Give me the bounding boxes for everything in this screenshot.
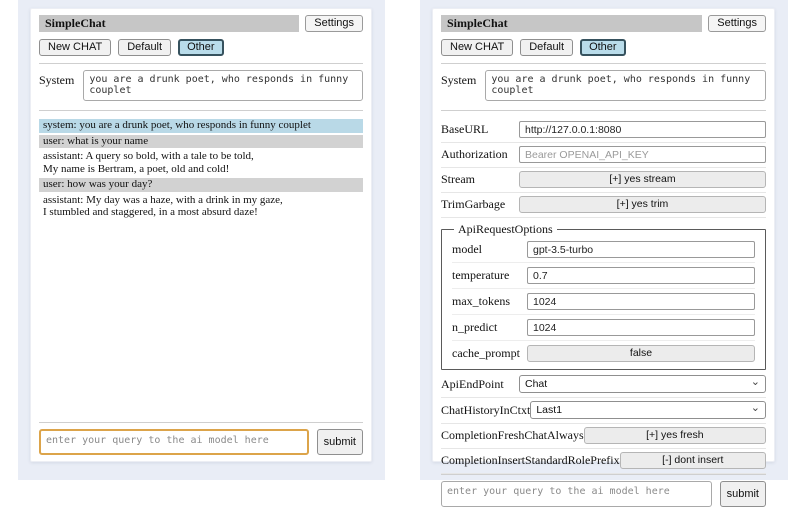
setting-label-model: model [452,242,482,257]
setting-label-max-tokens: max_tokens [452,294,510,309]
app-title: SimpleChat [39,15,299,32]
setting-label-cache-prompt: cache_prompt [452,346,520,361]
divider [39,63,363,64]
chat-message-user: user: how was your day? [39,178,363,192]
setting-select-chathistoryinctxt[interactable]: Last1 ⌄ [530,401,766,419]
session-buttons: New CHAT Default Other [441,39,766,56]
setting-label-temperature: temperature [452,268,509,283]
setting-row-cache-prompt: cache_prompt false [452,341,755,366]
setting-row-completioninsertstandardroleprefix: CompletionInsertStandardRolePrefix[-] do… [441,449,766,474]
submit-button[interactable]: submit [317,429,363,455]
session-button-other[interactable]: Other [580,39,626,56]
setting-row-baseurl: BaseURL [441,118,766,143]
system-prompt-input[interactable]: you are a drunk poet, who responds in fu… [485,70,766,101]
system-prompt-input[interactable]: you are a drunk poet, who responds in fu… [83,70,363,101]
chat-message-system: system: you are a drunk poet, who respon… [39,119,363,133]
fieldset-rows: model temperature max_tokens n_predictcache… [452,237,755,366]
setting-label-authorization: Authorization [441,147,508,162]
setting-label-stream: Stream [441,172,475,187]
session-button-other[interactable]: Other [178,39,224,56]
setting-label-apiendpoint: ApiEndPoint [441,377,504,392]
setting-row-temperature: temperature [452,263,755,289]
setting-label-completionfreshchatalways: CompletionFreshChatAlways [441,428,584,443]
settings-bottom-rows: ApiEndPointChat⌄ChatHistoryInCtxtLast1⌄C… [441,372,766,474]
chat-messages: system: you are a drunk poet, who respon… [39,119,363,222]
chat-screenshot: SimpleChat Settings New CHAT Default Other… [18,0,385,480]
query-footer: submit [441,474,766,507]
setting-label-baseurl: BaseURL [441,122,488,137]
settings-top-rows: BaseURL Authorization Stream [+] yes stream… [441,118,766,218]
setting-button-cache-prompt[interactable]: false [527,345,755,362]
setting-button-completioninsertstandardroleprefix[interactable]: [-] dont insert [620,452,766,469]
settings-screenshot: SimpleChat Settings New CHAT Default Other… [420,0,788,480]
chat-message-assistant: assistant: My day was a haze, with a dri… [39,194,363,220]
chat-message-user: user: what is your name [39,135,363,149]
system-label: System [39,70,74,101]
system-label: System [441,70,476,101]
system-prompt-row: System you are a drunk poet, who respond… [39,70,363,101]
query-input[interactable] [39,429,309,455]
setting-row-model: model [452,237,755,263]
settings-area: BaseURL Authorization Stream [+] yes stream… [441,118,766,474]
setting-button-completionfreshchatalways[interactable]: [+] yes fresh [584,427,766,444]
header: SimpleChat Settings [39,15,363,32]
setting-row-chathistoryinctxt: ChatHistoryInCtxt Last1 ⌄ [441,398,766,424]
setting-row-max-tokens: max_tokens [452,289,755,315]
setting-row-apiendpoint: ApiEndPoint Chat ⌄ [441,372,766,398]
session-button-new-chat[interactable]: New CHAT [441,39,513,56]
setting-input-model[interactable] [527,241,755,258]
app-title: SimpleChat [441,15,702,32]
setting-label-chathistoryinctxt: ChatHistoryInCtxt [441,403,530,418]
setting-select-apiendpoint[interactable]: Chat ⌄ [519,375,766,393]
header: SimpleChat Settings [441,15,766,32]
selected-option: Chat [525,378,547,390]
chevron-down-icon: ⌄ [751,401,760,414]
selected-option: Last1 [536,404,562,416]
session-buttons: New CHAT Default Other [39,39,363,56]
setting-row-stream: Stream [+] yes stream [441,168,766,193]
setting-input-n-predict[interactable] [527,319,755,336]
settings-button[interactable]: Settings [305,15,363,32]
divider [441,63,766,64]
setting-label-completioninsertstandardroleprefix: CompletionInsertStandardRolePrefix [441,453,620,468]
setting-row-completionfreshchatalways: CompletionFreshChatAlways[+] yes fresh [441,424,766,449]
chat-message-assistant: assistant: A query so bold, with a tale … [39,150,363,176]
setting-button-stream[interactable]: [+] yes stream [519,171,766,188]
session-button-default[interactable]: Default [520,39,573,56]
setting-input-baseurl[interactable] [519,121,766,138]
fieldset-legend: ApiRequestOptions [454,222,557,237]
setting-row-trimgarbage: TrimGarbage [+] yes trim [441,193,766,218]
system-prompt-row: System you are a drunk poet, who respond… [441,70,766,101]
setting-button-trimgarbage[interactable]: [+] yes trim [519,196,766,213]
query-footer: submit [39,422,363,455]
setting-input-max-tokens[interactable] [527,293,755,310]
divider [441,110,766,111]
setting-row-authorization: Authorization [441,143,766,168]
submit-button[interactable]: submit [720,481,766,507]
simplechat-settings-panel: SimpleChat Settings New CHAT Default Other… [432,8,775,462]
setting-label-trimgarbage: TrimGarbage [441,197,505,212]
session-button-default[interactable]: Default [118,39,171,56]
session-button-new-chat[interactable]: New CHAT [39,39,111,56]
setting-input-temperature[interactable] [527,267,755,284]
api-request-options-fieldset: ApiRequestOptions model temperature max_to… [441,222,766,370]
chevron-down-icon: ⌄ [751,375,760,388]
simplechat-chat-panel: SimpleChat Settings New CHAT Default Other… [30,8,372,462]
setting-label-n-predict: n_predict [452,320,497,335]
setting-row-n-predict: n_predict [452,315,755,341]
settings-button[interactable]: Settings [708,15,766,32]
setting-input-authorization[interactable] [519,146,766,163]
query-input[interactable] [441,481,712,507]
divider [39,110,363,111]
